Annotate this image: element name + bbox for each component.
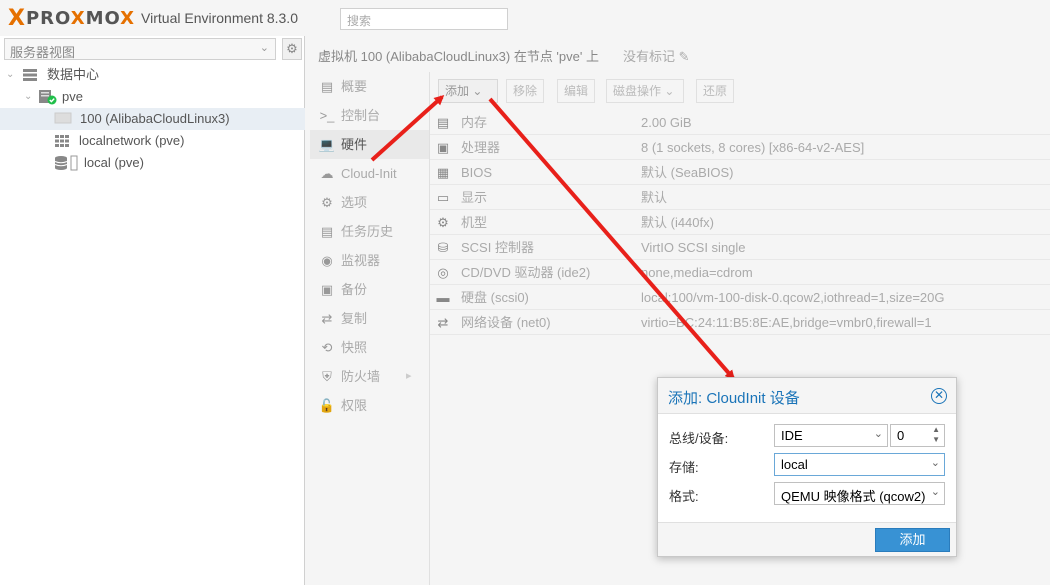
close-icon[interactable]: ✕ [931, 388, 947, 404]
eye-icon: ◉ [321, 253, 333, 268]
list-icon: ▤ [320, 224, 334, 239]
search-input[interactable]: 搜索 [340, 8, 508, 30]
terminal-icon: >_ [319, 108, 335, 123]
retweet-icon: ⇄ [321, 311, 333, 326]
resource-tree-panel: 服务器视图 ⌄ ⚙ ⌄ 数据中心 ⌄ pve 100 (AlibabaCloud… [0, 36, 305, 585]
floppy-icon: ▣ [320, 282, 334, 297]
disk-action-button[interactable]: 磁盘操作 ⌄ [606, 79, 684, 103]
book-icon: ▤ [320, 79, 334, 94]
display-icon: ▭ [436, 190, 450, 205]
tags-editor[interactable]: 没有标记 ✎ [623, 46, 690, 65]
version-label: Virtual Environment 8.3.0 [141, 10, 298, 26]
storage-label: 存储: [669, 460, 699, 475]
resource-tree: ⌄ 数据中心 ⌄ pve 100 (AlibabaCloudLinux3) lo… [0, 64, 305, 174]
nav-item-snapshots[interactable]: ⟲ 快照 [310, 333, 429, 362]
unlock-icon: 🔓 [318, 398, 336, 413]
chevron-down-icon[interactable]: ⌄ [6, 64, 14, 86]
remove-button[interactable]: 移除 [506, 79, 545, 103]
table-row[interactable]: ⇄ 网络设备 (net0) virtio=BC:24:11:B5:8E:AE,bri… [430, 310, 1050, 335]
top-header: X PROXMOX Virtual Environment 8.3.0 搜索 [0, 0, 1050, 36]
nav-item-permissions[interactable]: 🔓 权限 [310, 391, 429, 420]
logo-wordmark: PROXMOX [25, 7, 136, 29]
tree-item-localnetwork[interactable]: localnetwork (pve) [0, 130, 305, 152]
table-row[interactable]: ▤ 内存 2.00 GiB [430, 110, 1050, 135]
dialog-header: 添加: CloudInit 设备 ✕ [658, 378, 956, 414]
nav-item-monitor[interactable]: ◉ 监视器 [310, 246, 429, 275]
chevron-down-icon: ⌄ [472, 84, 483, 98]
dialog-footer: 添加 [658, 522, 956, 556]
table-row[interactable]: ⛁ SCSI 控制器 VirtIO SCSI single [430, 235, 1050, 260]
view-select[interactable]: 服务器视图 ⌄ [4, 38, 276, 60]
cpu-icon: ▣ [436, 140, 450, 155]
chevron-down-icon: ⌄ [873, 428, 883, 440]
gear-icon[interactable]: ⚙ [282, 38, 302, 60]
table-row[interactable]: ▣ 处理器 8 (1 sockets, 8 cores) [x86-64-v2-AE… [430, 135, 1050, 160]
nav-item-options[interactable]: ⚙ 选项 [310, 188, 429, 217]
chevron-down-icon[interactable]: ⌄ [24, 86, 32, 108]
spinner-icon[interactable]: ▲ ▼ [932, 425, 940, 445]
pencil-icon[interactable]: ✎ [679, 49, 690, 64]
chevron-down-icon: ⌄ [930, 485, 940, 498]
nav-item-cloud-init[interactable]: ☁ Cloud-Init [310, 159, 429, 188]
table-row[interactable]: ⚙ 机型 默认 (i440fx) [430, 210, 1050, 235]
proxmox-logo[interactable]: X PROXMOX Virtual Environment 8.3.0 [8, 5, 298, 31]
exchange-icon: ⇄ [437, 315, 449, 330]
table-row[interactable]: ▦ BIOS 默认 (SeaBIOS) [430, 160, 1050, 185]
hdd-icon: ▬ [436, 290, 450, 305]
nav-item-hardware[interactable]: 💻 硬件 [310, 130, 429, 159]
format-select[interactable]: QEMU 映像格式 (qcow2) ⌄ [774, 482, 945, 505]
dialog-add-button[interactable]: 添加 [875, 528, 950, 552]
dialog-body: 总线/设备: IDE ⌄ 0 ▲ ▼ 存储: local ⌄ 格式: QEMU 映… [658, 414, 956, 522]
tree-item-datacenter[interactable]: ⌄ 数据中心 [0, 64, 305, 86]
revert-button[interactable]: 还原 [696, 79, 735, 103]
format-label: 格式: [669, 489, 699, 504]
chevron-right-icon: ▸ [406, 370, 412, 382]
nav-item-replication[interactable]: ⇄ 复制 [310, 304, 429, 333]
nav-item-firewall[interactable]: ⛨ 防火墙 ▸ [310, 362, 429, 391]
nav-item-console[interactable]: >_ 控制台 [310, 101, 429, 130]
chevron-down-icon: ⌄ [930, 457, 940, 469]
dialog-title: 添加: CloudInit 设备 [668, 390, 800, 407]
storage-icon [54, 152, 78, 178]
nav-item-task-history[interactable]: ▤ 任务历史 [310, 217, 429, 246]
history-icon: ⟲ [321, 340, 333, 355]
cogs-icon: ⚙ [437, 215, 449, 230]
device-number-stepper[interactable]: 0 ▲ ▼ [890, 424, 945, 447]
shield-icon: ⛨ [322, 369, 332, 384]
tree-item-local-storage[interactable]: local (pve) [0, 152, 305, 174]
storage-select[interactable]: local ⌄ [774, 453, 945, 476]
hardware-toolbar: 添加 ⌄ 移除 编辑 磁盘操作 ⌄ 还原 [430, 72, 1050, 108]
gear-icon: ⚙ [321, 195, 333, 210]
table-row[interactable]: ◎ CD/DVD 驱动器 (ide2) none,media=cdrom [430, 260, 1050, 285]
chevron-down-icon: ⌄ [259, 42, 269, 54]
tree-item-node-pve[interactable]: ⌄ pve [0, 86, 305, 108]
vm-nav-panel: ▤ 概要 >_ 控制台 💻 硬件 ☁ Cloud-Init ⚙ 选项 ▤ 任务历史 ◉ 监视器… [310, 72, 430, 585]
nav-item-backup[interactable]: ▣ 备份 [310, 275, 429, 304]
hardware-table: ▤ 内存 2.00 GiB ▣ 处理器 8 (1 sockets, 8 cores) [… [430, 110, 1050, 335]
bus-select[interactable]: IDE ⌄ [774, 424, 888, 447]
database-icon: ⛁ [437, 240, 449, 255]
table-row[interactable]: ▬ 硬盘 (scsi0) local:100/vm-100-disk-0.qcow2… [430, 285, 1050, 310]
nav-item-summary[interactable]: ▤ 概要 [310, 72, 429, 101]
cloud-icon: ☁ [320, 166, 334, 181]
edit-button[interactable]: 编辑 [557, 79, 596, 103]
microchip-icon: ▦ [436, 165, 450, 180]
content-header: 虚拟机 100 (AlibabaCloudLinux3) 在节点 'pve' 上… [310, 40, 1050, 68]
table-row[interactable]: ▭ 显示 默认 [430, 185, 1050, 210]
logo-x-mark: X [8, 5, 25, 31]
desktop-icon: 💻 [318, 137, 336, 152]
add-cloudinit-dialog: 添加: CloudInit 设备 ✕ 总线/设备: IDE ⌄ 0 ▲ ▼ 存储:… [657, 377, 957, 557]
bus-device-label: 总线/设备: [669, 431, 729, 446]
cdrom-icon: ◎ [437, 265, 449, 280]
tree-item-vm-100[interactable]: 100 (AlibabaCloudLinux3) [0, 108, 305, 130]
chevron-down-icon: ⌄ [664, 84, 675, 98]
page-title: 虚拟机 100 (AlibabaCloudLinux3) 在节点 'pve' 上 [318, 49, 599, 64]
add-button[interactable]: 添加 ⌄ [438, 79, 498, 103]
memory-icon: ▤ [436, 115, 450, 130]
